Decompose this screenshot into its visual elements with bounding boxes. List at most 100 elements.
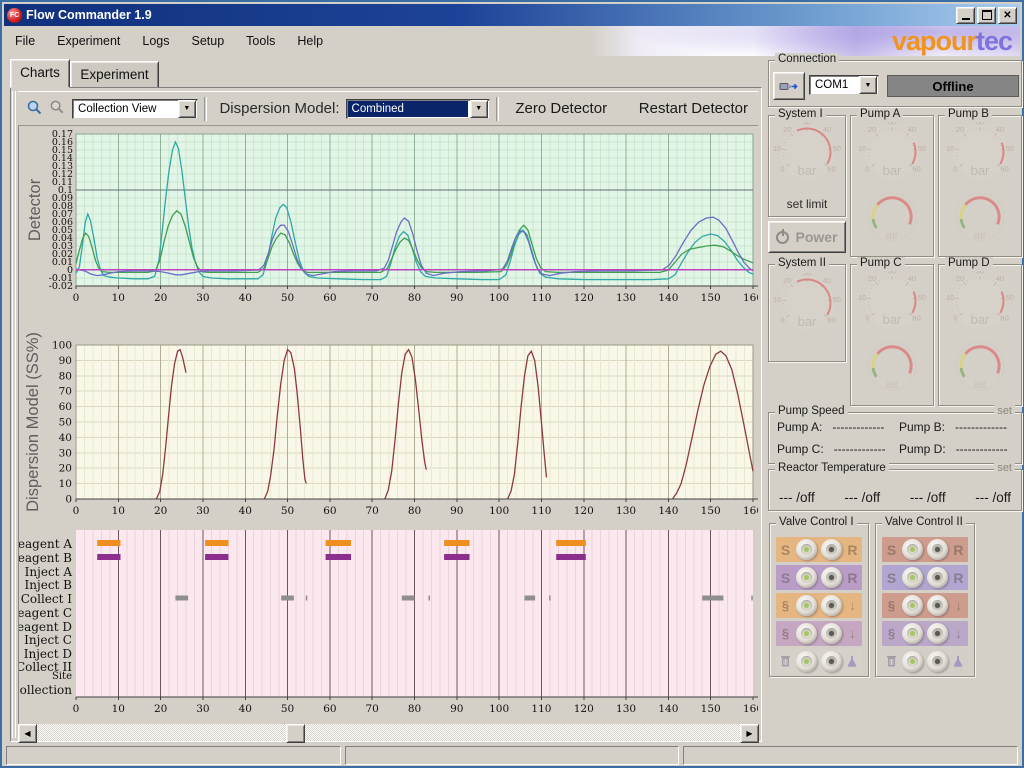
- dispersion-chart-svg: 0102030405060708090100010203040506070809…: [19, 320, 758, 514]
- svg-text:70: 70: [366, 703, 379, 715]
- set-limit-label: set limit: [769, 197, 845, 211]
- pump-speed-set-link[interactable]: set: [994, 405, 1015, 417]
- scroll-left-arrow-icon[interactable]: ◀: [18, 724, 37, 743]
- window-title: Flow Commander 1.9: [26, 8, 954, 22]
- valve-knob[interactable]: [927, 651, 948, 672]
- svg-text:20: 20: [868, 125, 876, 134]
- svg-text:20: 20: [783, 276, 791, 285]
- connect-button[interactable]: [773, 72, 805, 100]
- status-panel-3: [683, 746, 1018, 765]
- dispersion-model-label: Dispersion Model:: [219, 100, 339, 117]
- svg-text:30: 30: [888, 122, 896, 127]
- menu-item-file[interactable]: File: [4, 31, 46, 51]
- valve-knob[interactable]: [821, 595, 842, 616]
- svg-text:10: 10: [112, 292, 125, 304]
- tab-charts[interactable]: Charts: [10, 59, 70, 88]
- zoom-out-icon[interactable]: [49, 99, 65, 118]
- svg-text:30: 30: [803, 273, 811, 278]
- zoom-in-icon[interactable]: [26, 99, 43, 119]
- reactor-temperature-set-link[interactable]: set: [994, 462, 1015, 474]
- svg-text:30: 30: [888, 271, 896, 276]
- connect-icon: [779, 78, 799, 94]
- valve-knob[interactable]: [821, 567, 842, 588]
- svg-text:30: 30: [196, 292, 209, 304]
- svg-text:0.17: 0.17: [52, 129, 73, 140]
- chevron-down-icon[interactable]: ▼: [859, 76, 877, 94]
- valve-r-port-label: R: [847, 570, 858, 586]
- svg-text:100: 100: [489, 505, 509, 514]
- close-button[interactable]: ✕: [998, 7, 1017, 24]
- dispersion-model-select[interactable]: Combined ▼: [346, 99, 490, 119]
- pump-speed-group: Pump Speed set Pump A:------------- Pump…: [768, 412, 1022, 464]
- svg-text:60: 60: [1000, 165, 1008, 174]
- status-badge: Offline: [887, 75, 1019, 97]
- svg-text:80: 80: [59, 370, 72, 382]
- reactor1-temp-value: --- /off: [779, 490, 815, 505]
- maximize-button[interactable]: [977, 7, 996, 24]
- valve-knob[interactable]: [821, 651, 842, 672]
- svg-text:100: 100: [489, 703, 509, 715]
- svg-text:30: 30: [196, 703, 209, 715]
- menu-item-setup[interactable]: Setup: [181, 31, 236, 51]
- menu-item-help[interactable]: Help: [286, 31, 334, 51]
- minimize-button[interactable]: [956, 7, 975, 24]
- valve-knob[interactable]: [927, 539, 948, 560]
- svg-text:10: 10: [858, 293, 866, 302]
- valve-knob[interactable]: [927, 567, 948, 588]
- valve-knob[interactable]: [902, 595, 923, 616]
- svg-text:Reagent D: Reagent D: [19, 620, 72, 634]
- valve-knob[interactable]: [902, 567, 923, 588]
- valve-s-port-label: S: [886, 570, 897, 586]
- menu-item-tools[interactable]: Tools: [235, 31, 286, 51]
- system2-title: System II: [775, 257, 829, 269]
- svg-text:20: 20: [783, 125, 791, 134]
- valve-knob[interactable]: [902, 539, 923, 560]
- valve-knob[interactable]: [796, 623, 817, 644]
- scroll-right-arrow-icon[interactable]: ▶: [740, 724, 759, 743]
- valve-knob[interactable]: [902, 651, 923, 672]
- com-port-value: COM1: [811, 77, 857, 93]
- pump-c-speed-value: -------------: [834, 442, 886, 456]
- valve-row: SR: [776, 537, 862, 562]
- valve-knob[interactable]: [821, 539, 842, 560]
- pump-b-speed-label: Pump B:: [899, 420, 945, 434]
- valve-knob[interactable]: [821, 623, 842, 644]
- connection-title: Connection: [775, 53, 839, 65]
- valve-knob[interactable]: [927, 595, 948, 616]
- system1-title: System I: [775, 108, 826, 120]
- restart-detector-button[interactable]: Restart Detector: [629, 96, 758, 121]
- valve-row: [882, 649, 968, 674]
- menu-item-experiment[interactable]: Experiment: [46, 31, 131, 51]
- pump-d-air-gauge: air: [939, 341, 1021, 395]
- reactor4-temp-value: --- /off: [975, 490, 1011, 505]
- svg-text:130: 130: [616, 505, 636, 514]
- svg-text:0: 0: [865, 165, 869, 174]
- horizontal-scrollbar[interactable]: ◀ ▶: [18, 724, 759, 741]
- valve-knob[interactable]: [902, 623, 923, 644]
- chevron-down-icon[interactable]: ▼: [470, 100, 488, 118]
- view-select[interactable]: Collection View ▼: [72, 99, 198, 119]
- chevron-down-icon[interactable]: ▼: [178, 100, 196, 118]
- valve-row: SR: [776, 565, 862, 590]
- svg-text:60: 60: [1000, 314, 1008, 323]
- power-button[interactable]: Power: [768, 221, 846, 253]
- menu-item-logs[interactable]: Logs: [131, 31, 180, 51]
- valve-knob[interactable]: [796, 595, 817, 616]
- timeline-chart-svg: Reagent AReagent BInject AInject BCollec…: [19, 522, 758, 719]
- com-port-select[interactable]: COM1 ▼: [809, 75, 879, 95]
- valve-knob[interactable]: [796, 567, 817, 588]
- svg-text:120: 120: [574, 292, 594, 304]
- tab-experiment[interactable]: Experiment: [70, 61, 159, 88]
- valve-knob[interactable]: [796, 539, 817, 560]
- valve-knob[interactable]: [796, 651, 817, 672]
- zero-detector-button[interactable]: Zero Detector: [505, 96, 617, 121]
- reactor-temperature-group: Reactor Temperature set --- /off --- /of…: [768, 469, 1022, 511]
- valve-knob[interactable]: [927, 623, 948, 644]
- svg-text:0: 0: [953, 165, 957, 174]
- svg-text:Reagent A: Reagent A: [19, 537, 72, 551]
- scrollbar-thumb[interactable]: [286, 724, 305, 743]
- pump-a-air-gauge: air: [851, 192, 933, 246]
- svg-text:10: 10: [112, 505, 125, 514]
- dispersion-chart: 0102030405060708090100010203040506070809…: [19, 320, 760, 514]
- svg-text:30: 30: [976, 122, 984, 127]
